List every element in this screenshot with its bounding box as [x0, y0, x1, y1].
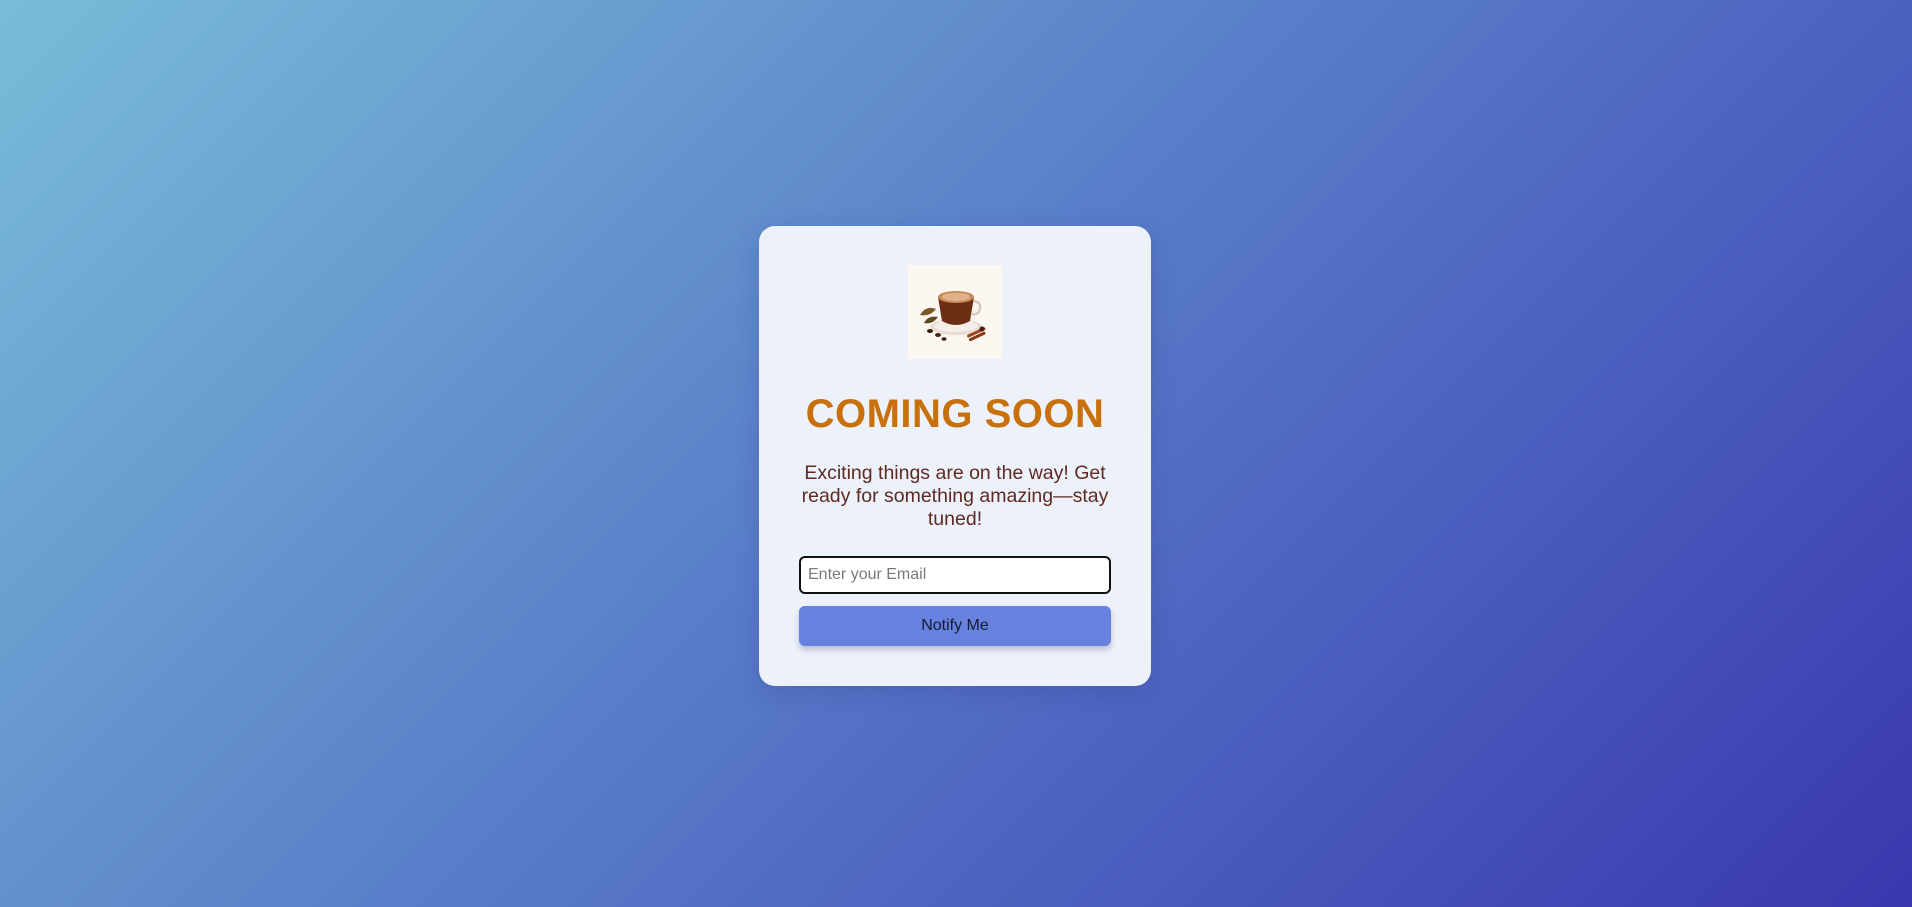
notify-me-button[interactable]: Notify Me [799, 606, 1111, 646]
coffee-cup-icon [908, 265, 1002, 359]
coming-soon-card: COMING SOON Exciting things are on the w… [759, 226, 1151, 686]
subtitle-text: Exciting things are on the way! Get read… [801, 462, 1109, 530]
page-title: COMING SOON [805, 392, 1105, 436]
email-field[interactable] [799, 556, 1111, 594]
